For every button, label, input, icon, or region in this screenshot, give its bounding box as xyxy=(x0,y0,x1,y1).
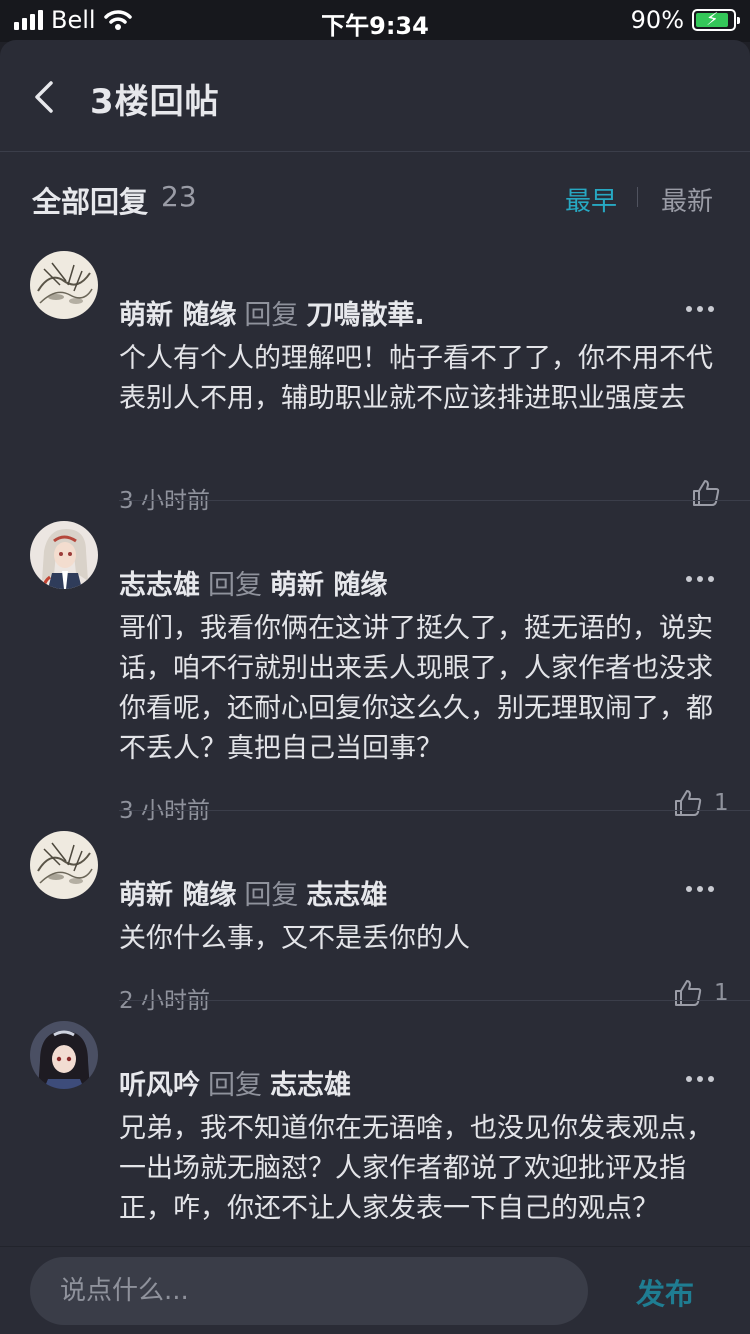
comment-meta: 志志雄 回复 萌新 随缘 xyxy=(119,563,387,602)
author-name[interactable]: 萌新 随缘 xyxy=(119,300,236,331)
like-button[interactable]: 1 xyxy=(672,977,729,1009)
battery-percent: 90% xyxy=(630,6,684,34)
publish-button[interactable]: 发布 xyxy=(636,1271,694,1313)
author-name[interactable]: 萌新 随缘 xyxy=(119,880,236,911)
comment-input[interactable] xyxy=(30,1257,588,1325)
reply-target-name[interactable]: 志志雄 xyxy=(270,1070,351,1101)
more-options-icon[interactable] xyxy=(686,886,714,894)
avatar[interactable] xyxy=(30,251,98,319)
more-options-icon[interactable] xyxy=(686,576,714,584)
author-name[interactable]: 听风吟 xyxy=(119,1070,200,1101)
avatar[interactable] xyxy=(30,521,98,589)
comment-text: 个人有个人的理解吧！帖子看不了了，你不用不代表别人不用，辅助职业就不应该排进职业… xyxy=(119,343,713,414)
comment-text: 哥们，我看你俩在这讲了挺久了，挺无语的，说实话，咱不行就别出来丢人现眼了，人家作… xyxy=(119,613,713,764)
charging-bolt-icon: ⚡ xyxy=(706,9,719,30)
reply-word: 回复 xyxy=(244,880,299,911)
sort-earliest-tab[interactable]: 最早 xyxy=(565,181,617,218)
more-options-icon[interactable] xyxy=(686,306,714,314)
reply-target-name[interactable]: 刀鳴散華. xyxy=(306,300,424,331)
like-count: 1 xyxy=(714,790,729,816)
reply-sheet: 3楼回帖 全部回复 23 最早 最新 萌新 随缘 回复 刀鳴散華. 个人有个人的理解… xyxy=(0,40,750,1334)
thumbs-up-icon xyxy=(693,480,720,506)
comment-item: 听风吟 回复 志志雄 兄弟，我不知道你在无语啥，也没见你发表观点，一出场就无脑怼？人… xyxy=(0,1015,750,1246)
comment-time: 2 小时前 xyxy=(119,988,210,1014)
sort-divider xyxy=(637,187,638,207)
replies-header: 全部回复 23 最早 最新 xyxy=(0,153,750,239)
like-button[interactable] xyxy=(690,477,722,509)
all-replies-title: 全部回复 xyxy=(32,185,149,219)
reply-target-name[interactable]: 萌新 随缘 xyxy=(270,570,387,601)
comment-time: 3 小时前 xyxy=(119,488,210,514)
back-chevron-icon[interactable] xyxy=(32,80,56,114)
comment-composer: 发布 xyxy=(0,1246,750,1334)
thumbs-up-icon xyxy=(675,790,702,816)
comment-divider xyxy=(119,500,750,501)
comment-item: 萌新 随缘 回复 志志雄 关你什么事，又不是丢你的人 2 小时前 1 xyxy=(0,825,750,1014)
reply-word: 回复 xyxy=(244,300,299,331)
comment-item: 志志雄 回复 萌新 随缘 哥们，我看你俩在这讲了挺久了，挺无语的，说实话，咱不行就别… xyxy=(0,515,750,824)
like-button[interactable]: 1 xyxy=(672,787,729,819)
avatar[interactable] xyxy=(30,1021,98,1089)
avatar[interactable] xyxy=(30,831,98,899)
comment-divider xyxy=(119,1000,750,1001)
reply-word: 回复 xyxy=(208,1070,262,1101)
page-title: 3楼回帖 xyxy=(90,82,220,122)
status-bar: Bell 下午9:34 90% ⚡ xyxy=(0,0,750,42)
comment-meta: 萌新 随缘 回复 刀鳴散華. xyxy=(119,293,425,332)
comment-time: 3 小时前 xyxy=(119,798,210,824)
nav-bar: 3楼回帖 xyxy=(0,40,750,152)
thumbs-up-icon xyxy=(675,980,702,1006)
like-count: 1 xyxy=(714,980,729,1006)
comment-meta: 听风吟 回复 志志雄 xyxy=(119,1063,351,1102)
comment-divider xyxy=(119,810,750,811)
status-right: 90% ⚡ xyxy=(630,6,740,34)
comment-text: 关你什么事，又不是丢你的人 xyxy=(119,923,470,954)
author-name[interactable]: 志志雄 xyxy=(119,570,200,601)
reply-word: 回复 xyxy=(208,570,262,601)
reply-count: 23 xyxy=(161,180,197,213)
comment-text: 兄弟，我不知道你在无语啥，也没见你发表观点，一出场就无脑怼？人家作者都说了欢迎批… xyxy=(119,1113,713,1224)
more-options-icon[interactable] xyxy=(686,1076,714,1084)
sort-latest-tab[interactable]: 最新 xyxy=(661,181,713,218)
reply-target-name[interactable]: 志志雄 xyxy=(306,880,387,911)
comment-item: 萌新 随缘 回复 刀鳴散華. 个人有个人的理解吧！帖子看不了了，你不用不代表别人不用… xyxy=(0,245,750,514)
battery-icon: ⚡ xyxy=(692,9,740,31)
comment-meta: 萌新 随缘 回复 志志雄 xyxy=(119,873,387,912)
